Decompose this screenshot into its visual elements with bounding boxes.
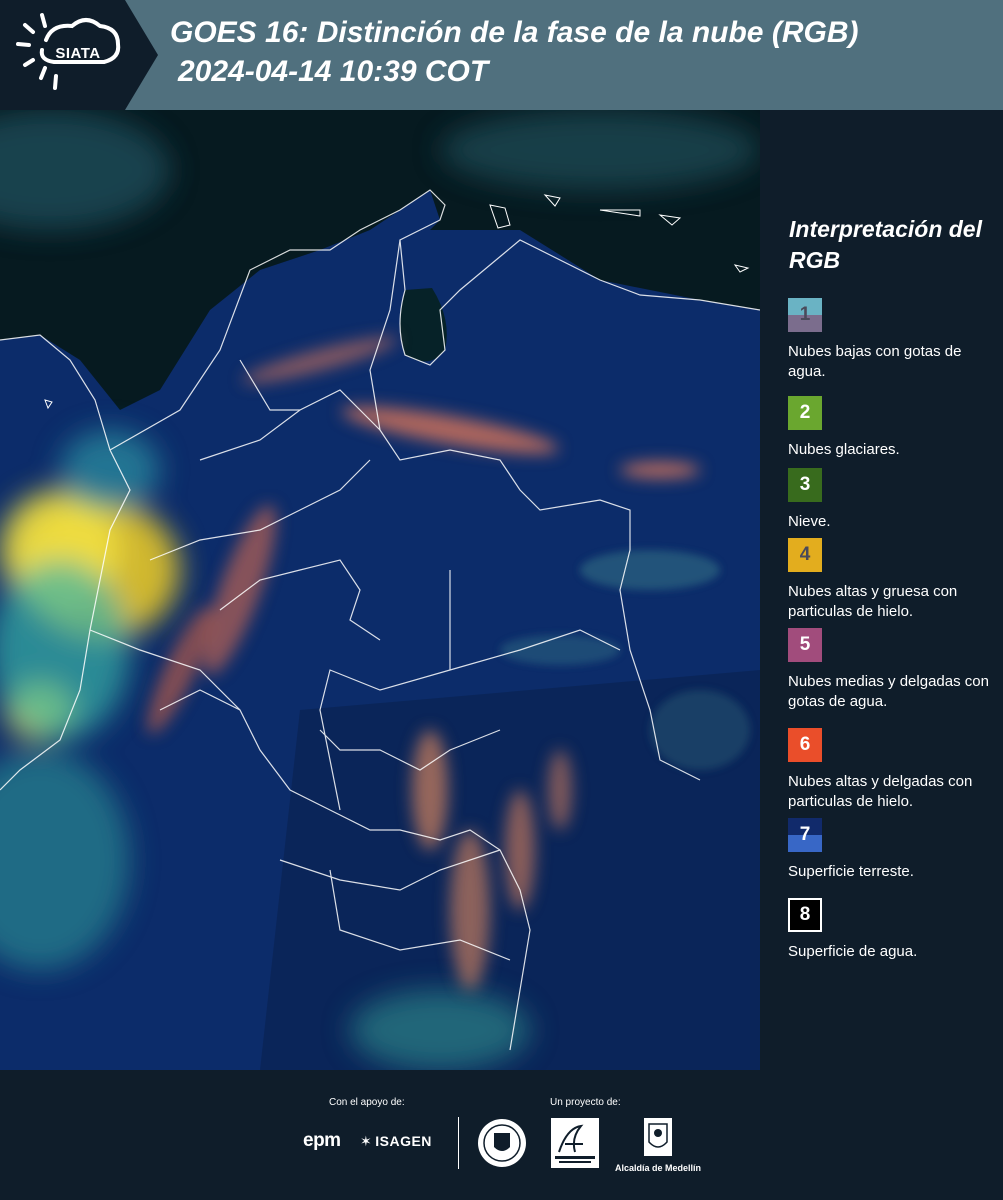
project-label: Un proyecto de: — [550, 1097, 621, 1108]
legend-label: Superficie terreste. — [788, 863, 914, 880]
page-title: GOES 16: Distinción de la fase de la nub… — [170, 16, 859, 49]
legend-item-5: 5 Nubes medias y delgadas con gotas de ag… — [788, 628, 1000, 712]
satellite-image — [0, 110, 760, 1070]
legend-swatch-4: 4 — [788, 538, 822, 572]
isagen-mark-icon: ✶ — [360, 1133, 373, 1149]
footer: Con el apoyo de: epm ✶ ISAGEN Un proyecto… — [0, 1070, 1003, 1200]
legend-label: Nieve. — [788, 513, 831, 530]
legend-panel: Interpretación del RGB 1 Nubes bajas con … — [760, 110, 1003, 1070]
legend-swatch-5: 5 — [788, 628, 822, 662]
legend-item-4: 4 Nubes altas y gruesa con particulas de … — [788, 538, 1000, 622]
legend-swatch-7: 7 — [788, 818, 822, 852]
support-label: Con el apoyo de: — [329, 1097, 405, 1108]
timestamp: 2024-04-14 10:39 COT — [178, 55, 489, 88]
legend-swatch-8: 8 — [788, 898, 822, 932]
siata-logo: SIATA — [0, 0, 160, 110]
legend-number: 1 — [799, 304, 811, 325]
legend-number: 7 — [799, 824, 811, 845]
legend-item-3: 3 Nieve. — [788, 468, 1000, 532]
legend-item-8: 8 Superficie de agua. — [788, 898, 1000, 962]
alcaldia-shield-icon — [644, 1118, 672, 1156]
legend-item-7: 7 Superficie terreste. — [788, 818, 1000, 882]
isagen-logo-text: ISAGEN — [375, 1133, 432, 1149]
legend-number: 3 — [799, 474, 811, 495]
legend-label: Superficie de agua. — [788, 943, 918, 960]
legend-number: 4 — [799, 544, 811, 565]
legend-item-1: 1 Nubes bajas con gotas de agua. — [788, 298, 1000, 382]
legend-item-6: 6 Nubes altas y delgadas con particulas d… — [788, 728, 1000, 812]
legend-label: Nubes medias y delgadas con gotas de agu… — [788, 673, 989, 710]
isagen-logo: ✶ ISAGEN — [360, 1133, 432, 1150]
legend-swatch-6: 6 — [788, 728, 822, 762]
siata-logo-text: SIATA — [55, 45, 101, 62]
alcaldia-logo: Alcaldía de Medellín — [612, 1118, 704, 1173]
legend-label: Nubes altas y delgadas con particulas de… — [788, 773, 973, 810]
legend-number: 8 — [799, 904, 811, 925]
legend-label: Nubes bajas con gotas de agua. — [788, 343, 962, 380]
legend-swatch-3: 3 — [788, 468, 822, 502]
footer-divider — [458, 1117, 459, 1169]
alcaldia-label: Alcaldía de Medellín — [614, 1163, 702, 1173]
legend-number: 6 — [799, 734, 811, 755]
legend-title: Interpretación del RGB — [789, 216, 982, 273]
legend-swatch-1: 1 — [788, 298, 822, 332]
legend-number: 2 — [799, 402, 811, 423]
legend-label: Nubes glaciares. — [788, 441, 900, 458]
legend-item-2: 2 Nubes glaciares. — [788, 396, 1000, 460]
medellin-seal-icon — [476, 1117, 528, 1174]
epm-logo: epm — [303, 1130, 341, 1151]
legend-swatch-2: 2 — [788, 396, 822, 430]
legend-number: 5 — [799, 634, 811, 655]
area-metropolitana-logo — [551, 1118, 599, 1173]
satellite-map — [0, 110, 760, 1070]
header-bar: SIATA GOES 16: Distinción de la fase de … — [0, 0, 1003, 110]
legend-label: Nubes altas y gruesa con particulas de h… — [788, 583, 958, 620]
